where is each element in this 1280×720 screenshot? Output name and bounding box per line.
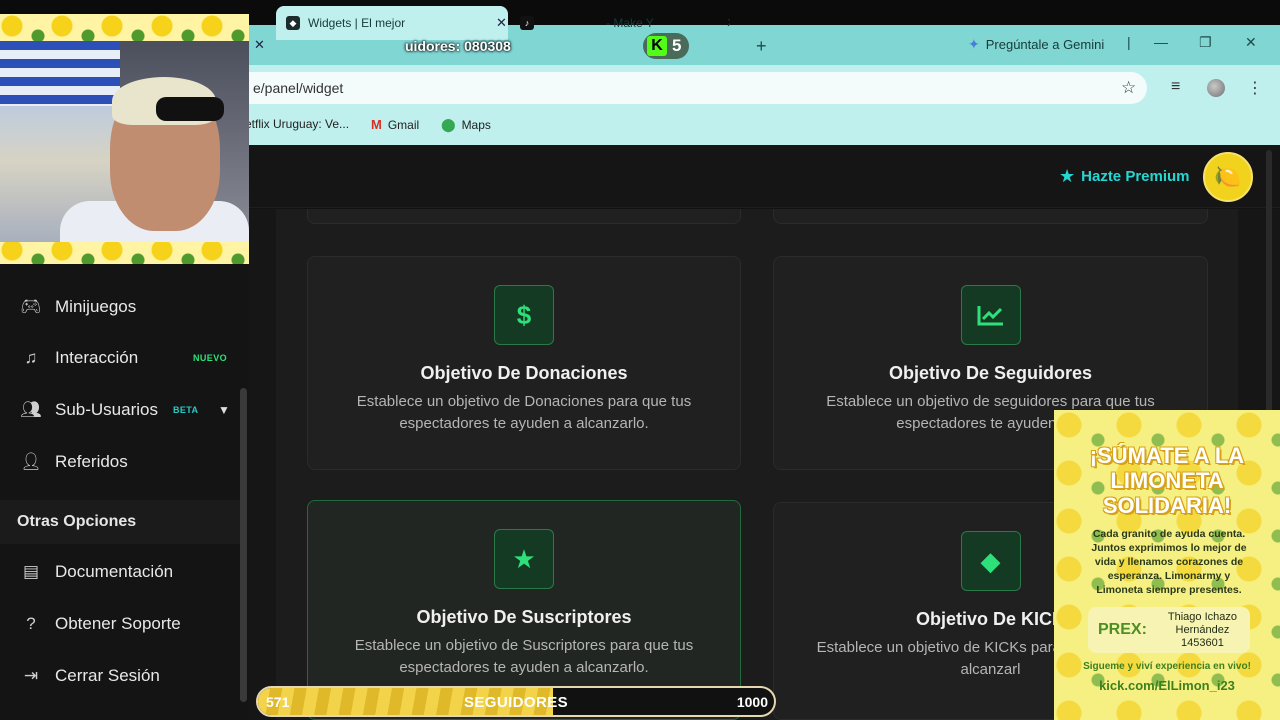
url-text: e/panel/widget bbox=[253, 80, 344, 96]
sidebar-item-label: Interacción bbox=[55, 348, 139, 367]
profile-avatar[interactable] bbox=[1207, 79, 1225, 97]
sidebar-item-referidos[interactable]: 👤︎ Referidos bbox=[0, 439, 240, 485]
new-badge: NUEVO bbox=[193, 353, 228, 363]
bookmark-label: Maps bbox=[461, 118, 491, 132]
follower-goal-bar: 571 SEGUIDORES 1000 bbox=[256, 686, 776, 717]
bookmark-star-icon[interactable]: ☆ bbox=[1121, 78, 1136, 98]
users-icon: 👥︎ bbox=[20, 400, 42, 419]
promo-body: Cada granito de ayuda cuenta. Juntos exp… bbox=[1091, 528, 1247, 596]
gemini-button[interactable]: ✦ Pregúntale a Gemini bbox=[968, 36, 1104, 53]
sidebar-item-soporte[interactable]: ? Obtener Soporte bbox=[0, 601, 240, 647]
webcam-feed bbox=[0, 41, 249, 242]
divider: | bbox=[1127, 34, 1131, 50]
card-stub[interactable] bbox=[773, 209, 1208, 224]
prex-number: 1453601 bbox=[1181, 636, 1224, 649]
bookmarks-bar: etflix Uruguay: Ve... M Gmail ⬤ Maps bbox=[245, 110, 1280, 145]
sidebar-item-minijuegos[interactable]: 🎮︎ Minijuegos bbox=[0, 284, 240, 330]
bookmark-netflix[interactable]: etflix Uruguay: Ve... bbox=[245, 117, 349, 131]
star-icon: ★ bbox=[494, 529, 554, 589]
sidebar-item-label: Sub-Usuarios bbox=[55, 400, 158, 419]
close-tab-icon[interactable]: ✕ bbox=[726, 15, 730, 31]
sidebar-item-interaccion[interactable]: ♫ Interacción NUEVO bbox=[0, 335, 240, 381]
card-stub[interactable] bbox=[307, 209, 741, 224]
promo-overlay: ¡SÚMATE A LA LIMONETA SOLIDARIA! Cada gr… bbox=[1054, 410, 1280, 720]
bookmark-gmail[interactable]: M Gmail bbox=[371, 117, 419, 132]
media-control-icon[interactable]: ≡ bbox=[1171, 78, 1180, 96]
sidebar-item-cerrar-sesion[interactable]: ⇥ Cerrar Sesión bbox=[0, 653, 240, 699]
sidebar-item-sub-usuarios[interactable]: 👥︎ Sub-Usuarios BETA ▼ bbox=[0, 387, 240, 433]
premium-button[interactable]: ★ Hazte Premium bbox=[1059, 166, 1190, 187]
webcam-overlay bbox=[0, 14, 249, 264]
shield-favicon-icon: ◆ bbox=[286, 16, 300, 30]
help-icon: ? bbox=[26, 614, 36, 633]
tab-close-previous[interactable]: ✕ bbox=[254, 36, 265, 54]
kick-logo-icon: K bbox=[647, 36, 667, 56]
beta-badge: BETA bbox=[173, 405, 199, 415]
promo-heading: ¡SÚMATE A LA LIMONETA SOLIDARIA! bbox=[1089, 443, 1245, 518]
follower-target: 1000 bbox=[736, 694, 768, 710]
sparkle-icon: ✦ bbox=[968, 36, 980, 52]
dollar-icon: $ bbox=[494, 285, 554, 345]
more-menu-icon[interactable]: ⋮ bbox=[1247, 78, 1263, 98]
sidebar-item-label: Minijuegos bbox=[55, 297, 137, 316]
restore-icon[interactable]: ❐ bbox=[1199, 34, 1212, 51]
sidebar-scrollbar[interactable] bbox=[240, 388, 247, 702]
prex-box: PREX: Thiago Ichazo Hernández 1453601 bbox=[1088, 607, 1250, 653]
prex-name: Thiago Ichazo Hernández bbox=[1167, 610, 1237, 636]
document-icon: ▤ bbox=[22, 562, 40, 581]
sidebar-item-label: Referidos bbox=[55, 452, 128, 471]
sidebar-item-label: Obtener Soporte bbox=[55, 614, 181, 633]
music-icon: ♫ bbox=[24, 348, 38, 367]
tab-title: Widgets | El mejor bbox=[308, 16, 406, 30]
promo-footer: Sigueme y viví experiencia en vivo! bbox=[1083, 661, 1251, 672]
kick-count: 5 bbox=[672, 36, 682, 55]
star-icon: ★ bbox=[1059, 166, 1076, 186]
sidebar bbox=[0, 264, 249, 720]
card-description: Establece un objetivo de Donaciones para… bbox=[356, 393, 692, 432]
plus-icon[interactable]: + bbox=[756, 36, 767, 57]
close-window-icon[interactable]: ✕ bbox=[1245, 34, 1257, 51]
tiktok-favicon-icon: ♪ bbox=[520, 16, 534, 30]
gamepad-icon: 🎮︎ bbox=[20, 297, 42, 316]
user-group-icon: 👤︎ bbox=[20, 452, 42, 471]
sidebar-item-documentacion[interactable]: ▤ Documentación bbox=[0, 549, 240, 595]
minimize-icon[interactable]: — bbox=[1154, 34, 1168, 50]
screen: ✕ ◆ Widgets | El mejor ✕ ♪ - Make Y ✕ ui… bbox=[0, 0, 1280, 720]
prex-label: PREX: bbox=[1098, 621, 1147, 638]
gmail-icon: M bbox=[371, 117, 382, 132]
bookmark-label: Gmail bbox=[387, 117, 420, 132]
address-bar[interactable]: e/panel/widget bbox=[249, 72, 1147, 104]
close-tab-icon[interactable]: ✕ bbox=[496, 15, 507, 31]
card-donation-goal[interactable]: $ Objetivo De Donaciones Establece un ob… bbox=[307, 256, 741, 470]
card-title: Objetivo De Seguidores bbox=[888, 363, 1093, 383]
chevron-down-icon[interactable]: ▼ bbox=[218, 403, 230, 417]
sidebar-item-label: Documentación bbox=[55, 562, 174, 581]
premium-label: Hazte Premium bbox=[1081, 168, 1190, 185]
maps-pin-icon: ⬤ bbox=[441, 117, 456, 132]
logout-icon: ⇥ bbox=[23, 666, 39, 685]
tab-widgets[interactable]: ◆ Widgets | El mejor ✕ bbox=[276, 6, 508, 40]
diamond-icon: ◆ bbox=[960, 531, 1021, 591]
card-title: Objetivo De Suscriptores bbox=[416, 607, 632, 627]
sidebar-item-label: Cerrar Sesión bbox=[55, 666, 160, 685]
card-description: Establece un objetivo de Suscriptores pa… bbox=[354, 637, 694, 676]
tab-make[interactable]: ♪ - Make Y ✕ bbox=[520, 6, 730, 40]
sunglasses bbox=[156, 97, 224, 121]
bookmark-maps[interactable]: ⬤ Maps bbox=[441, 117, 491, 133]
card-title: Objetivo De Donaciones bbox=[420, 363, 628, 383]
flag bbox=[0, 41, 120, 106]
followers-counter-overlay: uidores: 080308 bbox=[405, 38, 511, 54]
section-title: Otras Opciones bbox=[0, 500, 240, 544]
gemini-label: Pregúntale a Gemini bbox=[985, 37, 1105, 52]
follower-label: SEGUIDORES bbox=[463, 694, 569, 711]
tab-title: - Make Y bbox=[606, 16, 654, 30]
lemon-avatar[interactable]: 🍋 bbox=[1203, 152, 1253, 202]
promo-link: kick.com/ElLimon_i23 bbox=[1099, 678, 1235, 693]
chart-icon bbox=[960, 285, 1021, 345]
bookmark-label: etflix Uruguay: Ve... bbox=[245, 117, 350, 131]
kick-count-badge: K 5 bbox=[643, 33, 689, 59]
prex-account: Thiago Ichazo Hernández 1453601 bbox=[1155, 611, 1250, 650]
